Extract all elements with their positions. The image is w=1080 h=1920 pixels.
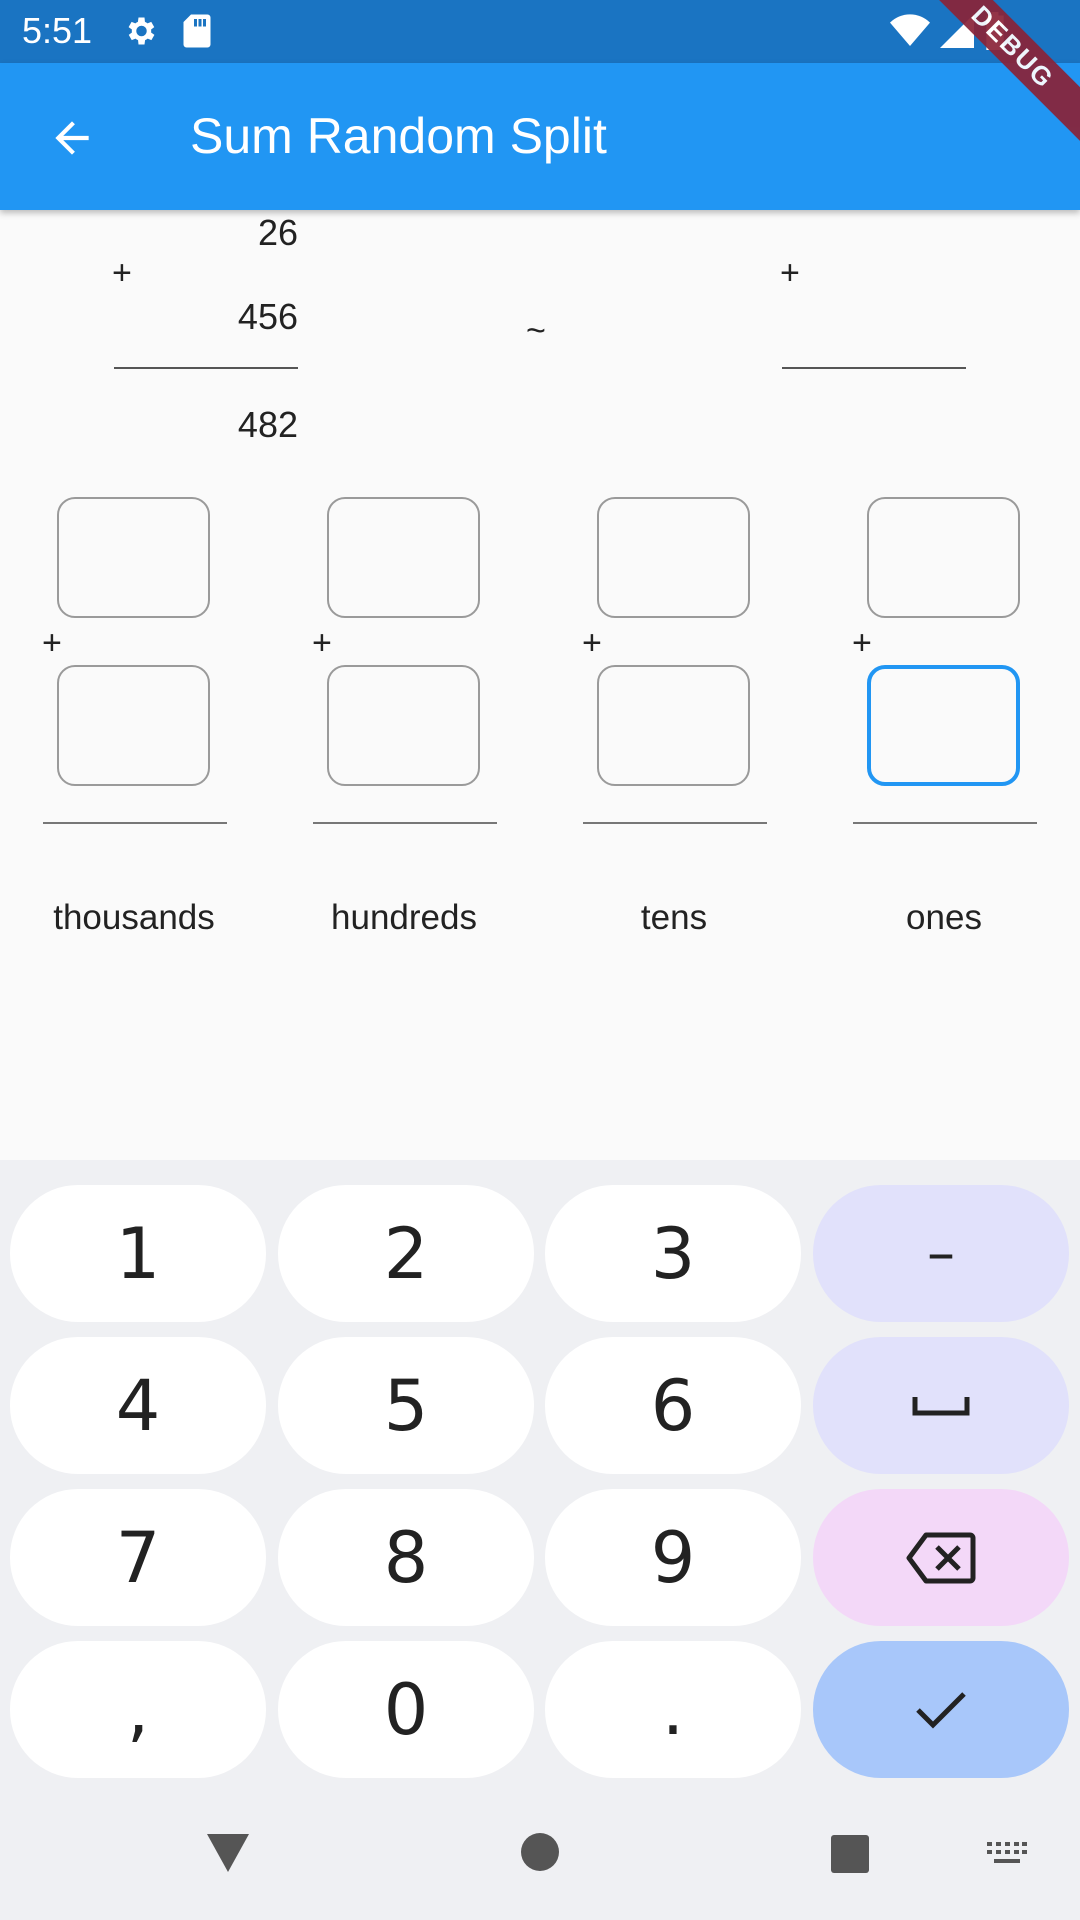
ones-plus-sign: +: [852, 624, 872, 662]
thousands-plus-sign: +: [42, 624, 62, 662]
hundreds-top-input[interactable]: [327, 497, 480, 618]
addend-top: 26: [257, 212, 298, 253]
hundreds-label: hundreds: [331, 898, 477, 937]
status-time: 5:51: [22, 10, 93, 51]
key-7[interactable]: 7: [10, 1489, 266, 1626]
navigation-bar: [0, 1780, 1080, 1920]
tens-bottom-input[interactable]: [597, 665, 750, 786]
key-minus[interactable]: –: [813, 1185, 1069, 1322]
thousands-label: thousands: [53, 898, 215, 937]
key-9[interactable]: 9: [545, 1489, 801, 1626]
hundreds-bottom-input[interactable]: [327, 665, 480, 786]
check-icon: [916, 1691, 966, 1729]
keyboard-icon[interactable]: [986, 1840, 1028, 1870]
app-bar: Sum Random Split: [0, 63, 1080, 210]
hundreds-rule: [313, 822, 497, 824]
estimate-rule: [782, 367, 966, 369]
thousands-top-input[interactable]: [57, 497, 210, 618]
sd-card-icon: [183, 14, 211, 48]
numeric-keyboard: 1 2 3 – 4 5 6 7 8 9 , 0 .: [0, 1160, 1080, 1780]
ones-label: ones: [906, 898, 982, 937]
space-bar-icon: [912, 1396, 970, 1415]
page-title: Sum Random Split: [190, 108, 607, 164]
key-4[interactable]: 4: [10, 1337, 266, 1474]
key-1[interactable]: 1: [10, 1185, 266, 1322]
thousands-bottom-input[interactable]: [57, 665, 210, 786]
key-2[interactable]: 2: [278, 1185, 534, 1322]
tens-plus-sign: +: [582, 624, 602, 662]
key-done[interactable]: [813, 1641, 1069, 1778]
ones-bottom-input[interactable]: [867, 665, 1020, 786]
key-comma[interactable]: ,: [10, 1641, 266, 1778]
approx-symbol: ~: [526, 312, 546, 350]
wifi-icon: [890, 14, 930, 46]
hundreds-plus-sign: +: [312, 624, 332, 662]
thousands-rule: [43, 822, 227, 824]
key-0[interactable]: 0: [278, 1641, 534, 1778]
tens-label: tens: [640, 898, 708, 937]
arrow-left-icon[interactable]: [40, 113, 104, 163]
status-bar: 5:51: [0, 0, 1080, 63]
home-circle-icon[interactable]: [520, 1832, 560, 1872]
sum-value: 482: [237, 404, 298, 445]
key-space[interactable]: [813, 1337, 1069, 1474]
backspace-icon: [906, 1532, 976, 1583]
back-triangle-icon[interactable]: [205, 1832, 251, 1874]
sum-rule: [114, 367, 298, 369]
recents-square-icon[interactable]: [830, 1834, 870, 1874]
tens-top-input[interactable]: [597, 497, 750, 618]
key-backspace[interactable]: [813, 1489, 1069, 1626]
addend-bottom: 456: [237, 296, 298, 337]
tens-rule: [583, 822, 767, 824]
key-period[interactable]: .: [545, 1641, 801, 1778]
key-6[interactable]: 6: [545, 1337, 801, 1474]
estimate-plus-sign: +: [780, 254, 800, 292]
key-8[interactable]: 8: [278, 1489, 534, 1626]
key-3[interactable]: 3: [545, 1185, 801, 1322]
plus-sign: +: [112, 254, 132, 292]
ones-rule: [853, 822, 1037, 824]
key-5[interactable]: 5: [278, 1337, 534, 1474]
ones-top-input[interactable]: [867, 497, 1020, 618]
gear-icon: [128, 17, 155, 45]
